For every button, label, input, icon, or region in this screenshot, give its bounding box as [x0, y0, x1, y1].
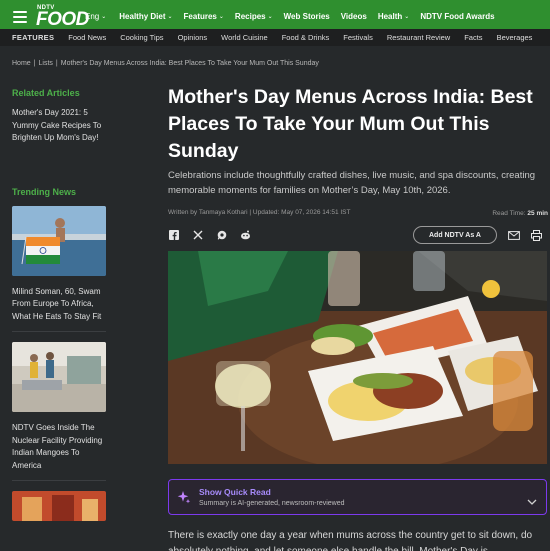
reddit-icon[interactable]: [239, 229, 251, 241]
nav-item-label: Recipes: [234, 12, 266, 21]
author-name[interactable]: Written by Tanmaya Kothari: [168, 209, 248, 216]
trending-thumbnail-milind-soman[interactable]: [12, 205, 106, 276]
sidebar: Related Articles Mother's Day 2021: 5 Yu…: [12, 88, 106, 521]
nav-item-label: Health: [377, 12, 403, 21]
chevron-down-icon: ⌄: [267, 14, 273, 20]
article-subtitle: Celebrations include thoughtfully crafte…: [168, 170, 536, 196]
logo-food-text: FOOD: [36, 8, 89, 30]
share-toolbar: Add NDTV As A: [168, 226, 548, 245]
nav-item-videos[interactable]: Videos: [341, 12, 367, 21]
related-article-link[interactable]: Mother's Day 2021: 5 Yummy Cake Recipes …: [12, 107, 106, 145]
article-body-paragraph: There is exactly one day a year when mum…: [168, 530, 533, 551]
subnav-item-food-drinks[interactable]: Food & Drinks: [282, 33, 330, 42]
chevron-down-icon: ⌄: [218, 14, 224, 20]
subnav-item-cooking-tips[interactable]: Cooking Tips: [120, 33, 163, 42]
trending-link-1[interactable]: Milind Soman, 60, Swam From Europe To Af…: [12, 286, 106, 324]
features-subnav: FEATURES Food News Cooking Tips Opinions…: [0, 29, 550, 46]
nav-item-label: Features: [183, 12, 217, 21]
chevron-down-icon: ⌄: [167, 14, 173, 20]
article-title: Mother's Day Menus Across India: Best Pl…: [168, 86, 533, 162]
chevron-down-icon: ⌄: [404, 14, 410, 20]
sidebar-divider: [12, 331, 106, 332]
nav-item-web-stories[interactable]: Web Stories: [284, 12, 330, 21]
breadcrumb-separator: |: [33, 60, 36, 67]
subnav-item-opinions[interactable]: Opinions: [178, 33, 208, 42]
breadcrumb-separator: |: [55, 60, 58, 67]
trending-image-3: [12, 491, 106, 521]
subnav-item-beverages[interactable]: Beverages: [497, 33, 533, 42]
nav-item-label: Web Stories: [283, 12, 330, 21]
nav-item-recipes[interactable]: Recipes ⌄: [235, 12, 273, 21]
hero-image-mothers-day-brunch: [168, 251, 547, 464]
quick-read-title: Show Quick Read: [199, 487, 271, 497]
nav-item-label: Healthy Diet: [119, 12, 166, 21]
hero-photo: [168, 251, 547, 464]
breadcrumb-current: Mother's Day Menus Across India: Best Pl…: [60, 60, 319, 67]
x-icon[interactable]: [192, 229, 204, 241]
breadcrumb-home[interactable]: Home: [12, 60, 31, 67]
quick-read-toggle[interactable]: Show Quick Read Summary is AI-generated,…: [168, 479, 547, 515]
trending-link-2[interactable]: NDTV Goes Inside The Nuclear Facility Pr…: [12, 422, 106, 472]
read-time-label: Read Time:: [492, 210, 526, 217]
nav-item-features[interactable]: Features ⌄: [184, 12, 224, 21]
breadcrumb: Home | Lists | Mother's Day Menus Across Ind…: [12, 60, 319, 67]
updated-date: Updated: May 07, 2026 14:51 IST: [252, 209, 351, 216]
trending-image-2: [12, 342, 106, 412]
add-ndtv-preferred-source-button[interactable]: Add NDTV As A: [413, 226, 497, 244]
breadcrumb-lists[interactable]: Lists: [39, 60, 53, 67]
nav-item-health[interactable]: Health ⌄: [378, 12, 409, 21]
ndtv-food-logo[interactable]: NDTV FOOD: [36, 4, 89, 30]
subnav-item-world-cuisine[interactable]: World Cuisine: [221, 33, 268, 42]
add-button-label: Add NDTV As A: [429, 231, 481, 239]
mail-icon[interactable]: [508, 229, 520, 241]
whatsapp-icon[interactable]: [216, 229, 228, 241]
chevron-down-icon: [527, 492, 537, 510]
subnav-item-food-news[interactable]: Food News: [68, 33, 106, 42]
article-byline: Written by Tanmaya Kothari | Updated: Ma…: [168, 209, 351, 216]
nav-item-ndtv-food-awards[interactable]: NDTV Food Awards: [420, 12, 494, 21]
nav-item-label: NDTV Food Awards: [420, 12, 495, 21]
nav-item-healthy-diet[interactable]: Healthy Diet ⌄: [119, 12, 172, 21]
trending-news-heading: Trending News: [12, 186, 77, 197]
nav-item-label: Videos: [340, 12, 367, 21]
print-icon[interactable]: [530, 229, 542, 241]
chevron-down-icon: ⌄: [101, 14, 107, 20]
read-time: Read Time: 25 min: [492, 210, 548, 217]
sparkle-icon: [177, 490, 191, 509]
trending-thumbnail-3[interactable]: [12, 491, 106, 521]
sidebar-divider: [12, 480, 106, 481]
trending-image-1: [12, 205, 106, 276]
related-articles-heading: Related Articles: [12, 88, 80, 98]
subnav-label: FEATURES: [12, 33, 55, 42]
hamburger-icon[interactable]: [13, 10, 27, 23]
subnav-item-restaurant-review[interactable]: Restaurant Review: [387, 33, 450, 42]
trending-thumbnail-mangoes[interactable]: [12, 342, 106, 412]
subnav-item-festivals[interactable]: Festivals: [343, 33, 373, 42]
facebook-icon[interactable]: [168, 229, 180, 241]
quick-read-subtitle: Summary is AI-generated, newsroom-review…: [199, 500, 345, 507]
read-time-value: 25 min: [527, 210, 548, 217]
subnav-item-facts[interactable]: Facts: [464, 33, 482, 42]
